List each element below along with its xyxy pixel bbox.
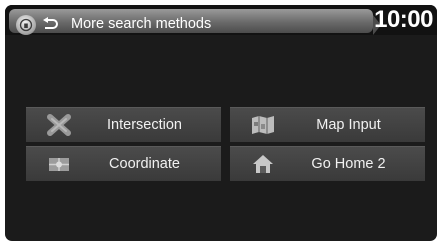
back-arrow-icon <box>43 17 58 29</box>
header-pill: More search methods <box>9 9 373 35</box>
page-title: More search methods <box>71 16 212 32</box>
map-input-icon <box>252 116 274 134</box>
intersection-button[interactable]: Intersection <box>26 107 221 142</box>
map-input-label: Map Input <box>316 117 381 133</box>
header-bar: More search methods 10:00 <box>5 5 437 35</box>
coordinate-label: Coordinate <box>109 156 180 172</box>
back-button[interactable] <box>41 16 59 34</box>
home-circle-icon <box>19 18 33 32</box>
go-home-2-button[interactable]: Go Home 2 <box>230 146 425 181</box>
home-icon <box>253 155 273 173</box>
intersection-icon <box>47 114 71 136</box>
clock: 10:00 <box>374 6 433 33</box>
map-input-button[interactable]: Map Input <box>230 107 425 142</box>
coordinate-icon <box>49 158 69 171</box>
go-home-2-label: Go Home 2 <box>311 156 386 172</box>
intersection-label: Intersection <box>107 117 182 133</box>
home-button[interactable] <box>16 15 36 35</box>
coordinate-button[interactable]: Coordinate <box>26 146 221 181</box>
nav-screen: More search methods 10:00 Intersection M… <box>5 5 437 241</box>
